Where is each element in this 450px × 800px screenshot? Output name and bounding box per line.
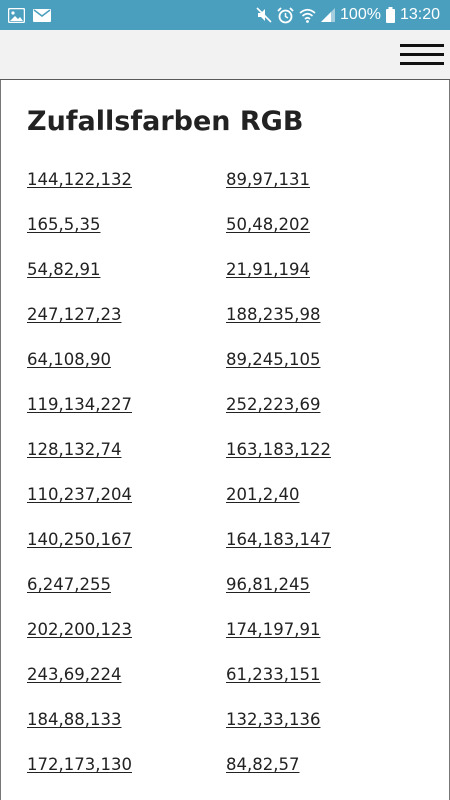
color-link-left[interactable]: 54,82,91 <box>27 260 100 279</box>
color-row: 243,69,224 61,233,151 <box>1 665 449 695</box>
color-link-left[interactable]: 165,5,35 <box>27 215 100 234</box>
color-row: 128,132,74 163,183,122 <box>1 440 449 470</box>
signal-icon <box>321 8 336 22</box>
main-content: Zufallsfarben RGB 144,122,132 89,97,131 16… <box>0 80 450 800</box>
color-link-right[interactable]: 21,91,194 <box>226 260 310 279</box>
status-bar: 100% 13:20 <box>0 0 450 30</box>
alarm-icon <box>277 6 294 24</box>
color-link-left[interactable]: 172,173,130 <box>27 755 132 774</box>
color-row: 119,134,227 252,223,69 <box>1 395 449 425</box>
color-link-left[interactable]: 144,122,132 <box>27 170 132 189</box>
color-link-right[interactable]: 89,97,131 <box>226 170 310 189</box>
color-row: 110,237,204 201,2,40 <box>1 485 449 515</box>
color-link-right[interactable]: 50,48,202 <box>226 215 310 234</box>
color-link-left[interactable]: 140,250,167 <box>27 530 132 549</box>
color-link-right[interactable]: 174,197,91 <box>226 620 320 639</box>
color-link-left[interactable]: 6,247,255 <box>27 575 111 594</box>
status-bar-left <box>8 7 51 23</box>
color-row: 202,200,123 174,197,91 <box>1 620 449 650</box>
mute-icon <box>256 7 272 23</box>
color-row: 165,5,35 50,48,202 <box>1 215 449 245</box>
color-link-right[interactable]: 201,2,40 <box>226 485 299 504</box>
color-row: 247,127,23 188,235,98 <box>1 305 449 335</box>
color-row: 140,250,167 164,183,147 <box>1 530 449 560</box>
color-link-left[interactable]: 110,237,204 <box>27 485 132 504</box>
color-row: 6,247,255 96,81,245 <box>1 575 449 605</box>
color-row: 64,108,90 89,245,105 <box>1 350 449 380</box>
status-bar-right: 100% 13:20 <box>256 0 440 30</box>
color-link-left[interactable]: 119,134,227 <box>27 395 132 414</box>
battery-icon <box>385 7 395 23</box>
color-link-right[interactable]: 96,81,245 <box>226 575 310 594</box>
color-link-right[interactable]: 188,235,98 <box>226 305 320 324</box>
clock: 13:20 <box>399 6 440 23</box>
color-link-left[interactable]: 128,132,74 <box>27 440 121 459</box>
page-title: Zufallsfarben RGB <box>27 106 304 137</box>
app-bar <box>0 30 450 80</box>
mail-icon <box>33 8 51 22</box>
color-link-right[interactable]: 163,183,122 <box>226 440 331 459</box>
battery-percent: 100% <box>340 6 381 23</box>
color-link-left[interactable]: 184,88,133 <box>27 710 121 729</box>
color-link-left[interactable]: 202,200,123 <box>27 620 132 639</box>
color-link-left[interactable]: 243,69,224 <box>27 665 121 684</box>
color-link-right[interactable]: 89,245,105 <box>226 350 320 369</box>
color-link-right[interactable]: 132,33,136 <box>226 710 320 729</box>
color-row: 172,173,130 84,82,57 <box>1 755 449 785</box>
color-row: 54,82,91 21,91,194 <box>1 260 449 290</box>
image-icon <box>8 7 25 23</box>
hamburger-menu-icon[interactable] <box>400 42 444 70</box>
color-link-left[interactable]: 247,127,23 <box>27 305 121 324</box>
color-link-right[interactable]: 61,233,151 <box>226 665 320 684</box>
color-link-left[interactable]: 64,108,90 <box>27 350 111 369</box>
wifi-icon <box>299 8 316 23</box>
color-link-right[interactable]: 252,223,69 <box>226 395 320 414</box>
color-link-right[interactable]: 164,183,147 <box>226 530 331 549</box>
color-link-right[interactable]: 84,82,57 <box>226 755 299 774</box>
color-row: 144,122,132 89,97,131 <box>1 170 449 200</box>
color-row: 184,88,133 132,33,136 <box>1 710 449 740</box>
